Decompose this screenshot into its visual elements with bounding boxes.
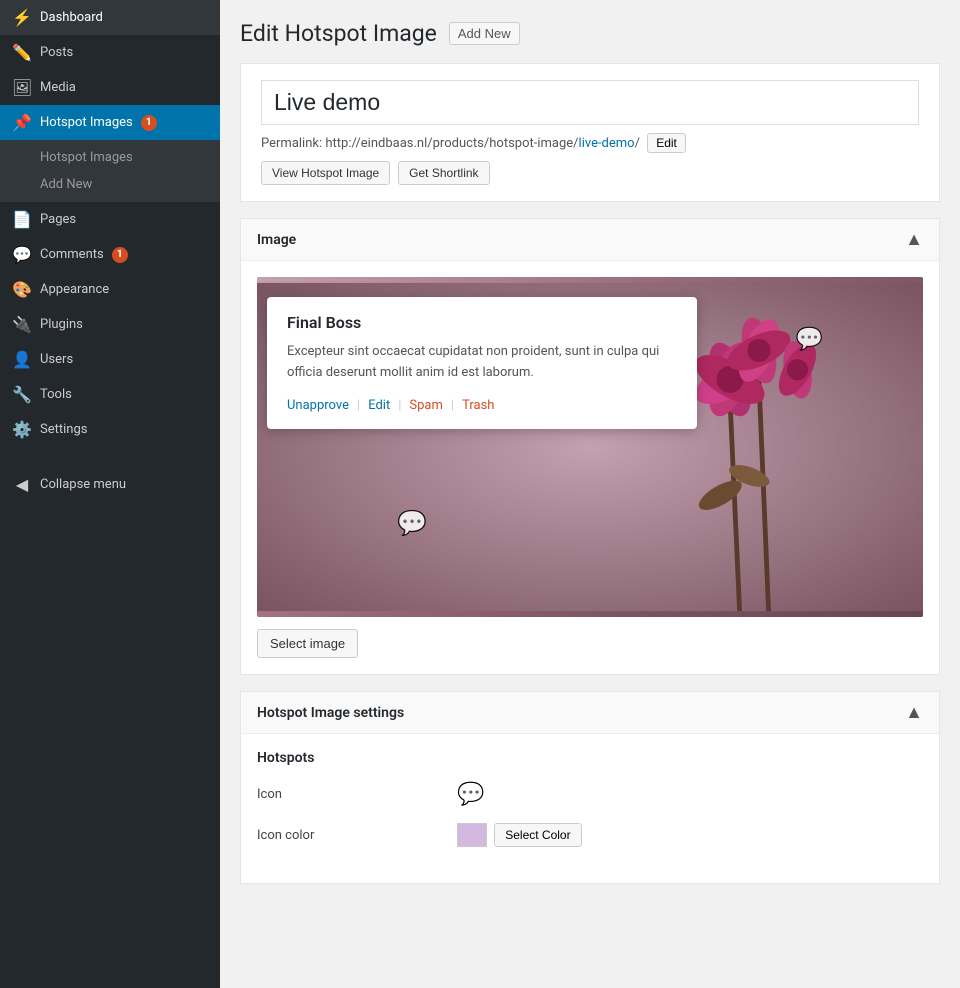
tooltip-edit-btn[interactable]: Edit <box>368 398 390 413</box>
page-header: Edit Hotspot Image Add New <box>240 20 940 47</box>
collapse-icon: ◀ <box>12 475 32 494</box>
permalink-prefix: Permalink: http://eindbaas.nl/products/h… <box>261 136 579 151</box>
hotspot-images-submenu: Hotspot Images Add New <box>0 140 220 202</box>
hotspot-images-icon: 📌 <box>12 113 32 132</box>
icon-label: Icon <box>257 787 457 802</box>
pages-icon: 📄 <box>12 210 32 229</box>
dashboard-icon: ⚡ <box>12 8 32 27</box>
icon-row: Icon 💬 <box>257 782 923 807</box>
sidebar-item-appearance[interactable]: 🎨 Appearance <box>0 272 220 307</box>
sidebar-subitem-hotspot-images-all[interactable]: Hotspot Images <box>0 144 220 171</box>
hotspot-images-badge: 1 <box>141 115 157 131</box>
page-title: Edit Hotspot Image <box>240 20 437 47</box>
image-metabox-header: Image ▲ <box>241 219 939 261</box>
select-color-button[interactable]: Select Color <box>494 823 581 847</box>
action-buttons: View Hotspot Image Get Shortlink <box>261 161 919 185</box>
get-shortlink-button[interactable]: Get Shortlink <box>398 161 489 185</box>
icon-value: 💬 <box>457 782 484 807</box>
settings-icon: ⚙️ <box>12 420 32 439</box>
sidebar-item-users[interactable]: 👤 Users <box>0 342 220 377</box>
add-new-button[interactable]: Add New <box>449 22 520 45</box>
permalink-row: Permalink: http://eindbaas.nl/products/h… <box>261 133 919 153</box>
tooltip-body: Excepteur sint occaecat cupidatat non pr… <box>287 342 677 384</box>
view-hotspot-image-button[interactable]: View Hotspot Image <box>261 161 390 185</box>
sidebar-subitem-hotspot-images-add[interactable]: Add New <box>0 171 220 198</box>
tooltip-actions: Unapprove | Edit | Spam | Trash <box>287 398 677 413</box>
tooltip-trash-btn[interactable]: Trash <box>462 398 494 413</box>
sidebar-item-media[interactable]: 🖼 Media <box>0 70 220 105</box>
permalink-edit-button[interactable]: Edit <box>647 133 686 153</box>
tooltip-spam-btn[interactable]: Spam <box>409 398 443 413</box>
color-swatch[interactable] <box>457 823 487 847</box>
select-image-button[interactable]: Select image <box>257 629 358 658</box>
icon-color-picker: Select Color <box>457 823 582 847</box>
sidebar-item-hotspot-images[interactable]: 📌 Hotspot Images 1 <box>0 105 220 140</box>
post-title-input[interactable] <box>261 80 919 125</box>
tooltip-unapprove-btn[interactable]: Unapprove <box>287 398 349 413</box>
users-icon: 👤 <box>12 350 32 369</box>
tooltip-popup: Final Boss Excepteur sint occaecat cupid… <box>267 297 697 429</box>
permalink-slug[interactable]: live-demo <box>579 136 635 151</box>
media-icon: 🖼 <box>12 78 32 97</box>
settings-metabox-title: Hotspot Image settings <box>257 705 404 721</box>
sidebar-item-tools[interactable]: 🔧 Tools <box>0 377 220 412</box>
sidebar-collapse-menu[interactable]: ◀ Collapse menu <box>0 467 220 502</box>
image-metabox-title: Image <box>257 232 296 248</box>
main-content: Edit Hotspot Image Add New Permalink: ht… <box>220 0 960 988</box>
comments-badge: 1 <box>112 247 128 263</box>
settings-metabox-toggle[interactable]: ▲ <box>905 702 923 723</box>
chat-bubble-2[interactable]: 💬 <box>796 327 823 352</box>
sidebar-item-settings[interactable]: ⚙️ Settings <box>0 412 220 447</box>
image-area: 💬 💬 💬 Final Boss Excepteur sint occaecat… <box>257 277 923 617</box>
sidebar-item-posts[interactable]: ✏️ Posts <box>0 35 220 70</box>
hotspots-section-title: Hotspots <box>257 750 923 766</box>
hotspots-section: Hotspots Icon 💬 Icon color Select Color <box>257 750 923 847</box>
sidebar-item-plugins[interactable]: 🔌 Plugins <box>0 307 220 342</box>
sidebar-item-comments[interactable]: 💬 Comments 1 <box>0 237 220 272</box>
posts-icon: ✏️ <box>12 43 32 62</box>
image-metabox-toggle[interactable]: ▲ <box>905 229 923 250</box>
plugins-icon: 🔌 <box>12 315 32 334</box>
post-title-box: Permalink: http://eindbaas.nl/products/h… <box>240 63 940 202</box>
sidebar-item-dashboard[interactable]: ⚡ Dashboard <box>0 0 220 35</box>
icon-color-label: Icon color <box>257 828 457 843</box>
comments-icon: 💬 <box>12 245 32 264</box>
sidebar-item-pages[interactable]: 📄 Pages <box>0 202 220 237</box>
image-metabox: Image ▲ <box>240 218 940 675</box>
tools-icon: 🔧 <box>12 385 32 404</box>
appearance-icon: 🎨 <box>12 280 32 299</box>
settings-metabox-header: Hotspot Image settings ▲ <box>241 692 939 734</box>
chat-bubble-3[interactable]: 💬 <box>397 509 427 537</box>
icon-color-row: Icon color Select Color <box>257 823 923 847</box>
settings-metabox-body: Hotspots Icon 💬 Icon color Select Color <box>241 734 939 883</box>
settings-metabox: Hotspot Image settings ▲ Hotspots Icon 💬… <box>240 691 940 884</box>
sidebar: ⚡ Dashboard ✏️ Posts 🖼 Media 📌 Hotspot I… <box>0 0 220 988</box>
tooltip-title: Final Boss <box>287 313 677 332</box>
image-metabox-body: 💬 💬 💬 Final Boss Excepteur sint occaecat… <box>241 261 939 674</box>
